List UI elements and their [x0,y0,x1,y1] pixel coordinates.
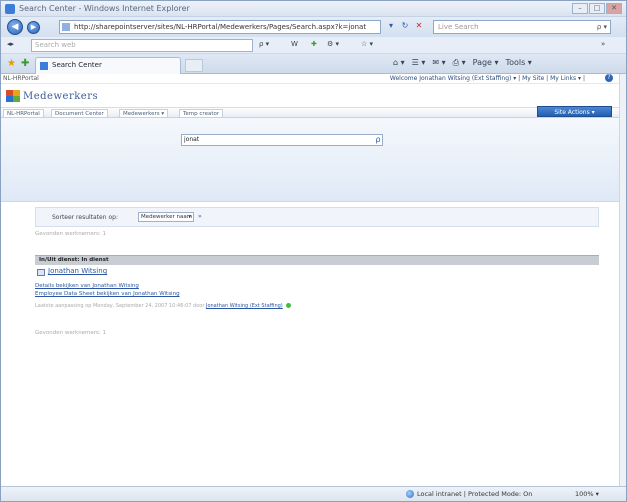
group-header[interactable]: In/Uit dienst: In dienst [35,255,599,265]
details-link[interactable]: Details bekijken van Jonathan Witsing [35,283,139,289]
page-icon [62,23,70,31]
site-actions-button[interactable]: Site Actions ▾ [537,106,612,117]
toolbar-add-icon[interactable]: ✚ [311,40,317,48]
address-url: http://sharepointserver/sites/NL-HRPorta… [74,23,367,31]
globe-icon [406,490,414,498]
vertical-scrollbar[interactable] [619,74,626,486]
site-header: Medewerkers [1,85,619,107]
address-row: ◀ ▶ http://sharepointserver/sites/NL-HRP… [1,17,626,37]
tab-label: Search Center [52,61,102,69]
result-meta-text: Laatste aanpassing op Monday, September … [35,303,205,309]
web-search-placeholder: Search web [35,41,76,49]
nav-item-medewerkers[interactable]: Medewerkers ▾ [119,109,169,118]
nav-item-document-center[interactable]: Document Center [51,109,108,118]
nav-item-hrportal[interactable]: NL-HRPortal [3,109,44,118]
toolbar-favorites-icon[interactable]: ☆ ▾ [361,40,373,48]
toolbar-links-icon[interactable]: » [601,40,605,48]
site-title[interactable]: Medewerkers [23,91,98,102]
search-go-icon[interactable]: ρ [373,134,383,146]
browser-window: Search Center - Windows Internet Explore… [0,0,627,502]
tab-row: ★ ✚ Search Center ⌂ ▾ ☰ ▾ ✉ ▾ ⎙ ▾ Page ▾… [1,54,626,74]
page-content: NL-HRPortal Welcome Jonathan Witsing (Ex… [1,74,619,486]
live-search-input[interactable]: Live Search ρ ▾ [433,20,611,34]
ie-icon [5,4,15,14]
window-title: Search Center - Windows Internet Explore… [19,4,190,13]
search-icon[interactable]: ρ ▾ [597,21,607,33]
result-count-bottom: Gevonden werknemers: 1 [35,330,107,336]
toolbar-highlight-icon[interactable]: W [291,40,298,48]
sort-bar: Sorteer resultaten op: Medewerker naam ▾… [35,207,599,227]
help-icon[interactable]: ? [605,74,613,82]
mail-button[interactable]: ✉ ▾ [432,58,445,68]
sort-go-button[interactable]: » [198,213,202,220]
favorites-star-icon[interactable]: ★ [7,58,16,69]
tools-menu[interactable]: Tools ▾ [506,58,532,68]
sort-dropdown[interactable]: Medewerker naam ▾ [138,212,194,222]
search-query: jonat [184,136,200,143]
web-search-input[interactable]: Search web [31,39,253,52]
live-search-placeholder: Live Search [438,23,479,31]
sort-label: Sorteer resultaten op: [52,214,118,221]
back-button[interactable]: ◀ [7,19,23,35]
page-menu[interactable]: Page ▾ [473,58,499,68]
title-bar: Search Center - Windows Internet Explore… [1,1,626,17]
forward-button[interactable]: ▶ [27,21,40,34]
address-actions: ▾ ↻ ✕ [386,21,424,31]
top-breadcrumb[interactable]: NL-HRPortal [3,75,39,82]
dropdown-icon[interactable]: ▾ [386,21,396,31]
stop-icon[interactable]: ✕ [414,21,424,31]
result-meta: Laatste aanpassing op Monday, September … [35,303,292,309]
search-toolbar: ◂▸ Search web ρ ▾ W ✚ ⚙ ▾ ☆ ▾ » [1,37,626,54]
toolbar-gear-icon[interactable]: ⚙ ▾ [327,40,339,48]
window-controls: – □ ✕ [572,3,622,14]
security-zone[interactable]: Local intranet | Protected Mode: On [406,490,532,498]
nav-item-temp-creator[interactable]: Temp creator [179,109,224,118]
refresh-icon[interactable]: ↻ [400,21,410,31]
result-title-link[interactable]: Jonathan Witsing [48,267,107,275]
close-button[interactable]: ✕ [606,3,622,14]
chevron-down-icon: ▾ [188,214,191,220]
toolbar-search-icon[interactable]: ρ ▾ [259,40,269,48]
sort-value: Medewerker naam [141,214,193,220]
tab-page-icon [40,62,48,70]
home-button[interactable]: ⌂ ▾ [393,58,405,68]
sharepoint-logo-icon [6,90,20,102]
command-bar: ⌂ ▾ ☰ ▾ ✉ ▾ ⎙ ▾ Page ▾ Tools ▾ [393,58,532,68]
add-favorite-icon[interactable]: ✚ [21,58,29,69]
person-card-icon [37,269,45,276]
welcome-menu[interactable]: Welcome Jonathan Witsing (Ext Staffing) … [390,75,585,82]
result-author-link[interactable]: Jonathan Witsing (Ext Staffing) [206,303,283,309]
minimize-button[interactable]: – [572,3,588,14]
search-band [1,118,619,202]
feeds-button[interactable]: ☰ ▾ [412,58,426,68]
tab-search-center[interactable]: Search Center [35,57,181,74]
employee-data-sheet-link[interactable]: Employee Data Sheet bekijken van Jonatha… [35,291,180,297]
presence-icon[interactable] [286,303,292,308]
result-count-top: Gevonden werknemers: 1 [35,231,107,237]
address-bar[interactable]: http://sharepointserver/sites/NL-HRPorta… [59,20,381,34]
new-tab-button[interactable] [185,59,203,72]
zone-text: Local intranet | Protected Mode: On [417,490,533,498]
toolbar-back-icon[interactable]: ◂▸ [7,40,14,48]
sharepoint-top-bar: NL-HRPortal Welcome Jonathan Witsing (Ex… [1,74,619,84]
top-navigation: NL-HRPortal Document Center Medewerkers … [1,107,619,118]
print-button[interactable]: ⎙ ▾ [453,58,466,68]
status-bar: Local intranet | Protected Mode: On 100%… [1,486,626,501]
zoom-control[interactable]: 100% ▾ [575,490,599,498]
maximize-button[interactable]: □ [589,3,605,14]
search-input[interactable]: jonat [181,134,383,146]
